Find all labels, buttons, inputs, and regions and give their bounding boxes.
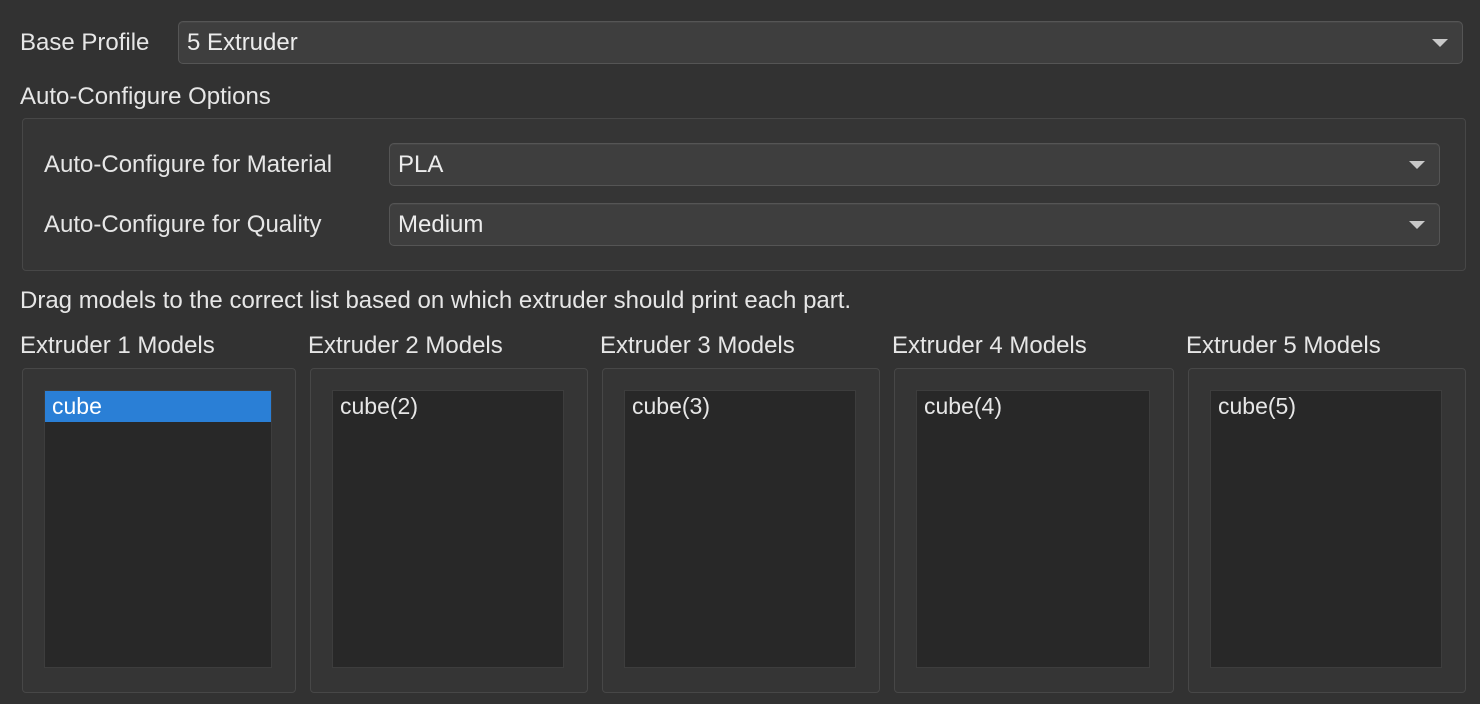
extruder-2-title: Extruder 2 Models	[308, 332, 503, 359]
extruder-5-title: Extruder 5 Models	[1186, 332, 1381, 359]
material-select[interactable]: PLA	[389, 143, 1440, 186]
list-item[interactable]: cube	[45, 391, 271, 422]
list-item[interactable]: cube(5)	[1211, 391, 1441, 422]
extruder-1-list[interactable]: cube	[44, 390, 272, 668]
material-label: Auto-Configure for Material	[44, 151, 333, 178]
list-item[interactable]: cube(4)	[917, 391, 1149, 422]
extruder-4-list[interactable]: cube(4)	[916, 390, 1150, 668]
chevron-down-icon	[1409, 160, 1425, 169]
base-profile-select[interactable]: 5 Extruder	[178, 21, 1463, 64]
extruder-1-title: Extruder 1 Models	[20, 332, 215, 359]
dialog-root: Base Profile 5 Extruder Auto-Configure O…	[0, 0, 1480, 704]
material-value: PLA	[398, 150, 444, 178]
extruder-4-title: Extruder 4 Models	[892, 332, 1087, 359]
base-profile-label: Base Profile	[20, 29, 150, 56]
quality-value: Medium	[398, 210, 484, 238]
extruder-3-title: Extruder 3 Models	[600, 332, 795, 359]
chevron-down-icon	[1432, 38, 1448, 47]
base-profile-value: 5 Extruder	[187, 28, 298, 56]
extruder-5-list[interactable]: cube(5)	[1210, 390, 1442, 668]
quality-select[interactable]: Medium	[389, 203, 1440, 246]
chevron-down-icon	[1409, 220, 1425, 229]
list-item[interactable]: cube(3)	[625, 391, 855, 422]
quality-label: Auto-Configure for Quality	[44, 211, 322, 238]
extruder-2-list[interactable]: cube(2)	[332, 390, 564, 668]
extruder-3-list[interactable]: cube(3)	[624, 390, 856, 668]
list-item[interactable]: cube(2)	[333, 391, 563, 422]
auto-configure-group	[22, 118, 1466, 271]
instructions-text: Drag models to the correct list based on…	[20, 287, 852, 314]
auto-configure-heading: Auto-Configure Options	[20, 83, 271, 110]
